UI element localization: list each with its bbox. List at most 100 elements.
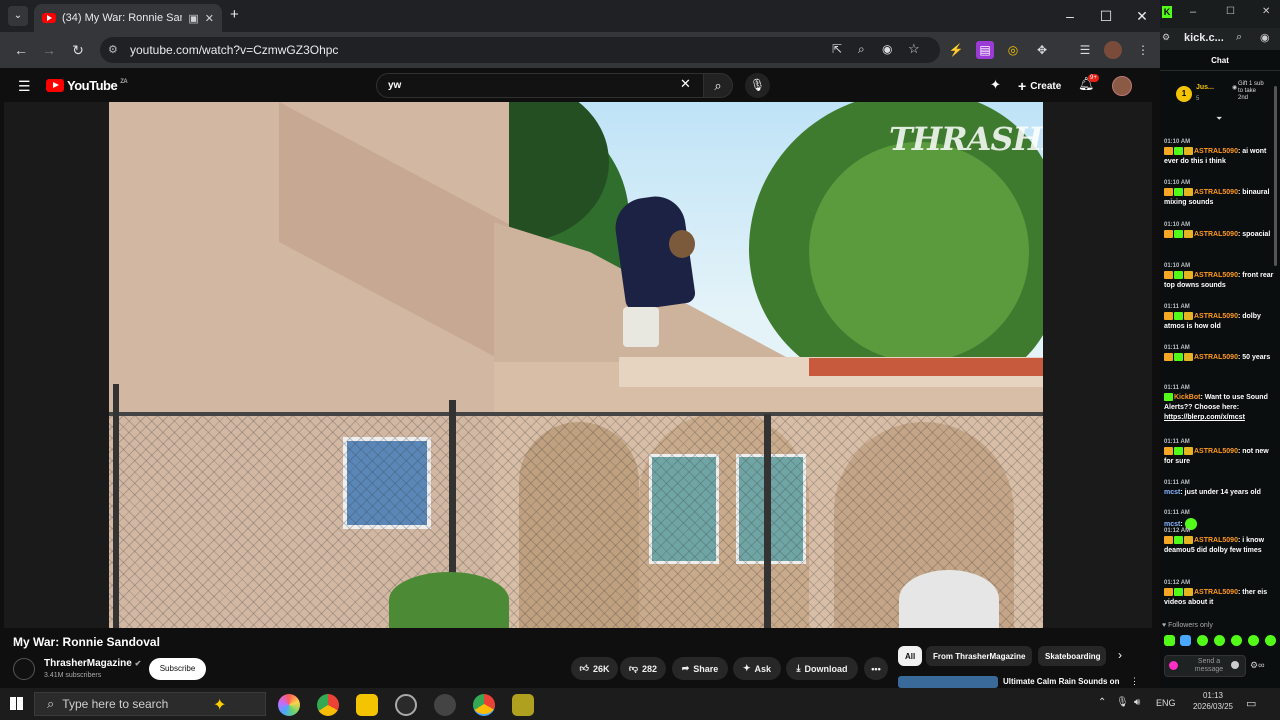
rec-thumbnail[interactable] [898,676,998,688]
chat-username[interactable]: ASTRAL5090 [1194,189,1238,196]
new-tab-button[interactable]: + [230,6,246,24]
kick-zoom-icon[interactable]: ⌕ [1236,31,1242,44]
reload-icon[interactable]: ↻ [68,40,88,60]
chat-username[interactable]: KickBot [1174,394,1200,401]
chat-username[interactable]: ASTRAL5090 [1194,537,1238,544]
channel-name[interactable]: ThrasherMagazine ✔ [44,658,141,669]
emote-6-icon[interactable] [1248,635,1259,646]
chat-username[interactable]: mcst [1164,489,1180,496]
chat-settings-icon[interactable]: ⚙∞ [1250,660,1264,671]
file-explorer-icon[interactable] [356,694,378,716]
site-info-icon[interactable]: ⚙ [108,43,118,56]
rec-title[interactable]: Ultimate Calm Rain Sounds on [1003,677,1119,686]
chat-timestamp: 01:11 AM [1164,510,1190,516]
tray-clock[interactable]: 01:13 2026/03/25 [1182,690,1244,712]
menu-dots-icon[interactable]: ⋮ [1134,41,1152,59]
snipping-tool-icon[interactable] [434,694,456,716]
chat-username[interactable]: ASTRAL5090 [1194,448,1238,455]
close-window-button[interactable]: ✕ [1124,4,1160,28]
kick-url[interactable]: kick.c... [1184,32,1224,44]
chat-username[interactable]: ASTRAL5090 [1194,313,1238,320]
chat-username[interactable]: ASTRAL5090 [1194,589,1238,596]
emote-4-icon[interactable] [1214,635,1225,646]
chat-username[interactable]: ASTRAL5090 [1194,231,1238,238]
search-input[interactable]: yw [376,73,704,98]
extensions-puzzle-icon[interactable]: ✥ [1033,41,1051,59]
tray-volume-icon[interactable]: 🔊︎ [1134,697,1140,708]
user-avatar[interactable] [1112,76,1132,96]
copilot-app-icon[interactable] [278,694,300,716]
chat-message: 01:10 AM ASTRAL5090: front rear top downs… [1164,261,1276,291]
youtube-logo[interactable]: YouTube ZA [46,78,128,93]
kick-site-info-icon[interactable]: ⚙ [1162,32,1170,43]
dislike-button[interactable]: 👎︎ 282 [620,657,666,680]
bookmark-star-icon[interactable]: ☆ [908,41,920,57]
download-button[interactable]: ⤓ Download [786,657,858,680]
obs-app-icon[interactable] [395,694,417,716]
address-bar[interactable]: ⚙ youtube.com/watch?v=CzmwGZ3Ohpc ⇱ ⌕ ◉ … [100,37,940,63]
chat-username[interactable]: ASTRAL5090 [1194,354,1238,361]
video-player[interactable]: THRASHER [4,102,1152,628]
maximize-button[interactable]: ☐ [1088,4,1124,28]
extension-2-icon[interactable]: ▤ [976,41,994,59]
chip-from-channel[interactable]: From ThrasherMagazine [926,646,1033,666]
emote-3-icon[interactable] [1197,635,1208,646]
search-button[interactable]: ⌕ [703,73,733,98]
install-app-icon[interactable]: ⇱ [832,42,842,56]
share-button[interactable]: ➦ Share [672,657,728,680]
forward-arrow-icon[interactable]: → [39,40,59,60]
chat-scroll-icon[interactable]: ⏷ [1216,114,1222,124]
extension-3-icon[interactable]: ◎ [1004,41,1022,59]
tray-language[interactable]: ENG [1156,698,1176,708]
chips-next-chevron-icon[interactable]: › [1118,648,1122,662]
chip-all[interactable]: All [898,646,923,666]
kick-maximize-icon[interactable]: ☐ [1226,6,1235,17]
chrome-app-icon[interactable] [317,694,339,716]
chat-username[interactable]: ASTRAL5090 [1194,148,1238,155]
tab-close-icon[interactable]: ✕ [205,12,214,25]
tab-youtube[interactable]: (34) My War: Ronnie Sando ▣ ✕ [34,4,222,32]
kick-minimize-icon[interactable]: – [1190,6,1196,18]
chat-badge-icon [1164,312,1173,321]
emote-2-icon[interactable] [1180,635,1191,646]
reading-list-icon[interactable]: ☰ [1076,41,1094,59]
like-button[interactable]: 👍︎ 26K [571,657,618,680]
emote-7-icon[interactable] [1265,635,1276,646]
profile-avatar[interactable] [1104,41,1122,59]
minimize-button[interactable]: – [1052,4,1088,28]
emote-5-icon[interactable] [1231,635,1242,646]
chat-link[interactable]: https://blerp.com/x/mcst [1164,413,1276,423]
emoji-icon[interactable] [1231,661,1239,669]
create-button[interactable]: + Create [1018,76,1061,96]
ask-ai-icon[interactable]: ✦ [990,77,1001,93]
channel-avatar[interactable] [13,658,35,680]
more-actions-button[interactable]: ••• [864,657,888,680]
clear-search-icon[interactable]: ✕ [680,76,691,92]
back-arrow-icon[interactable]: ← [11,40,31,60]
zoom-icon[interactable]: ⌕ [858,42,865,57]
subscribe-button[interactable]: Subscribe [149,658,206,680]
taskbar-search[interactable]: ⌕ Type here to search ✦ [34,692,266,716]
tab-search-icon[interactable]: ⌄ [8,6,28,26]
emote-1-icon[interactable] [1164,635,1175,646]
chat-username[interactable]: ASTRAL5090 [1194,272,1238,279]
kick-close-icon[interactable]: ✕ [1262,6,1270,17]
game-app-icon[interactable] [512,694,534,716]
notification-center-icon[interactable]: ▭ [1246,697,1256,710]
voice-search-icon[interactable]: 🎙︎ [745,73,770,98]
chip-skateboarding[interactable]: Skateboarding [1038,646,1106,666]
kick-eye-icon[interactable]: ◉ [1260,31,1270,44]
share-icon: ➦ [681,663,690,673]
tracking-eye-icon[interactable]: ◉ [882,42,892,56]
chrome-active-icon[interactable] [473,694,495,716]
ask-button[interactable]: ✦ Ask [733,657,781,680]
extension-1-icon[interactable]: ⚡ [947,41,965,59]
hamburger-menu-icon[interactable]: ☰ [18,78,31,95]
windows-start-icon[interactable] [10,697,23,710]
heart-icon: ♥ [1162,622,1167,629]
tray-chevron-icon[interactable]: ⌃ [1098,697,1106,708]
tray-mic-icon[interactable]: 🎙︎ [1116,697,1129,708]
gift-sub-button[interactable]: Gift 1 sub to take 2nd [1238,81,1266,102]
rec-more-icon[interactable]: ⋮ [1130,676,1139,687]
chat-input[interactable]: Send a message [1164,655,1246,677]
